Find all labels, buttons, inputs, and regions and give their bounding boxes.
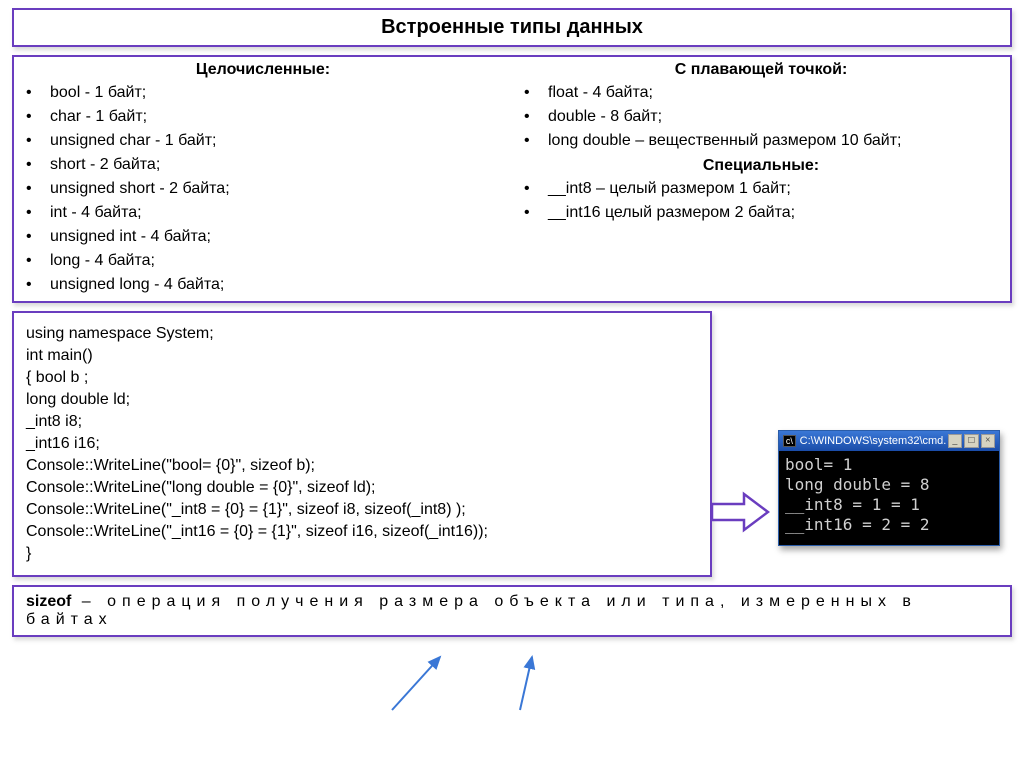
- list-item: int - 4 байта;: [50, 201, 504, 225]
- code-line: { bool b ;: [26, 367, 698, 389]
- console-title-text: C:\WINDOWS\system32\cmd.exe: [800, 435, 946, 447]
- code-line: int main(): [26, 345, 698, 367]
- special-list: __int8 – целый размером 1 байт; __int16 …: [520, 177, 1002, 225]
- integer-head: Целочисленные:: [22, 61, 504, 79]
- code-line: Console::WriteLine("bool= {0}", sizeof b…: [26, 455, 698, 477]
- footer-panel: sizeof – операция получения размера объе…: [12, 585, 1012, 637]
- list-item: unsigned int - 4 байта;: [50, 225, 504, 249]
- list-item: bool - 1 байт;: [50, 81, 504, 105]
- arrow-right-icon: [710, 490, 770, 534]
- list-item: double - 8 байт;: [548, 105, 1002, 129]
- code-line: _int8 i8;: [26, 411, 698, 433]
- float-head: С плавающей точкой:: [520, 61, 1002, 79]
- integer-list: bool - 1 байт; char - 1 байт; unsigned c…: [22, 81, 504, 297]
- list-item: unsigned short - 2 байта;: [50, 177, 504, 201]
- footer-text: – операция получения размера объекта или…: [26, 593, 917, 628]
- float-column: С плавающей точкой: float - 4 байта; dou…: [520, 61, 1002, 297]
- integer-column: Целочисленные: bool - 1 байт; char - 1 б…: [22, 61, 504, 297]
- code-line: Console::WriteLine("long double = {0}", …: [26, 477, 698, 499]
- code-line: Console::WriteLine("_int8 = {0} = {1}", …: [26, 499, 698, 521]
- float-list: float - 4 байта; double - 8 байт; long d…: [520, 81, 1002, 153]
- list-item: char - 1 байт;: [50, 105, 504, 129]
- maximize-button[interactable]: □: [964, 434, 978, 448]
- console-window: c\ C:\WINDOWS\system32\cmd.exe _ □ × boo…: [778, 430, 1000, 546]
- list-item: unsigned long - 4 байта;: [50, 273, 504, 297]
- list-item: __int16 целый размером 2 байта;: [548, 201, 1002, 225]
- list-item: __int8 – целый размером 1 байт;: [548, 177, 1002, 201]
- list-item: long - 4 байта;: [50, 249, 504, 273]
- code-line: }: [26, 543, 698, 565]
- list-item: long double – вещественный размером 10 б…: [548, 129, 1002, 153]
- console-titlebar: c\ C:\WINDOWS\system32\cmd.exe _ □ ×: [779, 431, 999, 451]
- special-head: Специальные:: [520, 157, 1002, 175]
- code-line: long double ld;: [26, 389, 698, 411]
- code-panel: using namespace System; int main() { boo…: [12, 311, 712, 577]
- console-icon: c\: [783, 435, 796, 447]
- console-output: bool= 1 long double = 8 __int8 = 1 = 1 _…: [779, 451, 999, 545]
- types-panel: Целочисленные: bool - 1 байт; char - 1 б…: [12, 55, 1012, 303]
- list-item: float - 4 байта;: [548, 81, 1002, 105]
- title-text: Встроенные типы данных: [381, 16, 643, 38]
- code-line: using namespace System;: [26, 323, 698, 345]
- slide-title: Встроенные типы данных: [12, 8, 1012, 47]
- code-line: Console::WriteLine("_int16 = {0} = {1}",…: [26, 521, 698, 543]
- list-item: short - 2 байта;: [50, 153, 504, 177]
- list-item: unsigned char - 1 байт;: [50, 129, 504, 153]
- code-line: _int16 i16;: [26, 433, 698, 455]
- minimize-button[interactable]: _: [948, 434, 962, 448]
- footer-keyword: sizeof: [26, 593, 71, 610]
- close-button[interactable]: ×: [981, 434, 995, 448]
